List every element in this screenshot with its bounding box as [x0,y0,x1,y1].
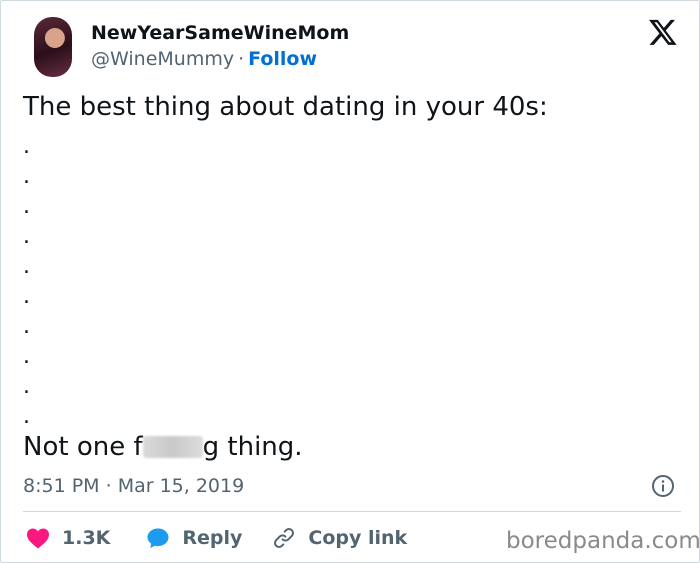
dot-line: . [23,344,30,369]
reply-button[interactable]: Reply [146,526,242,550]
tweet-time: 8:51 PM [23,475,100,497]
dot-line: . [23,164,30,189]
separator: · [105,475,112,497]
censor-blur [142,436,203,458]
dot-line: . [23,374,30,399]
punchline-suffix: g thing. [202,432,303,462]
reply-label: Reply [182,527,243,549]
info-icon[interactable] [651,474,675,498]
speech-bubble-icon [147,528,169,548]
like-button[interactable]: 1.3K [26,527,110,549]
dot-line: . [23,284,30,309]
tweet-card: NewYearSameWineMom @WineMummy · Follow The… [0,0,700,563]
link-icon [274,528,295,548]
dot-line: . [23,404,30,429]
x-logo-icon[interactable] [648,17,678,47]
timestamp[interactable]: 8:51 PM · Mar 15, 2019 [23,475,244,497]
handle-row: @WineMummy · Follow [91,48,317,70]
copy-link-label: Copy link [308,527,408,549]
dot-line: . [23,194,30,219]
action-bar: 1.3K Reply Copy link [23,521,407,555]
dot-line: . [23,314,30,339]
tweet-punchline: Not one f g thing. [23,431,303,463]
handle[interactable]: @WineMummy [91,48,234,70]
dot-line: . [23,224,30,249]
divider [23,511,681,512]
follow-button[interactable]: Follow [248,48,317,70]
like-count: 1.3K [62,527,111,549]
watermark: boredpanda.com [506,528,700,554]
tweet-text: The best thing about dating in your 40s: [23,92,548,122]
separator: · [238,48,245,70]
punchline-prefix: Not one f [23,432,143,462]
display-name[interactable]: NewYearSameWineMom [91,22,349,44]
avatar[interactable] [34,17,72,77]
copy-link-button[interactable]: Copy link [272,526,407,550]
heart-icon [27,528,49,549]
dot-line: . [23,254,30,279]
dot-lines: . . . . . . . . . . [23,132,30,432]
dot-line: . [23,134,30,159]
tweet-date: Mar 15, 2019 [117,475,245,497]
